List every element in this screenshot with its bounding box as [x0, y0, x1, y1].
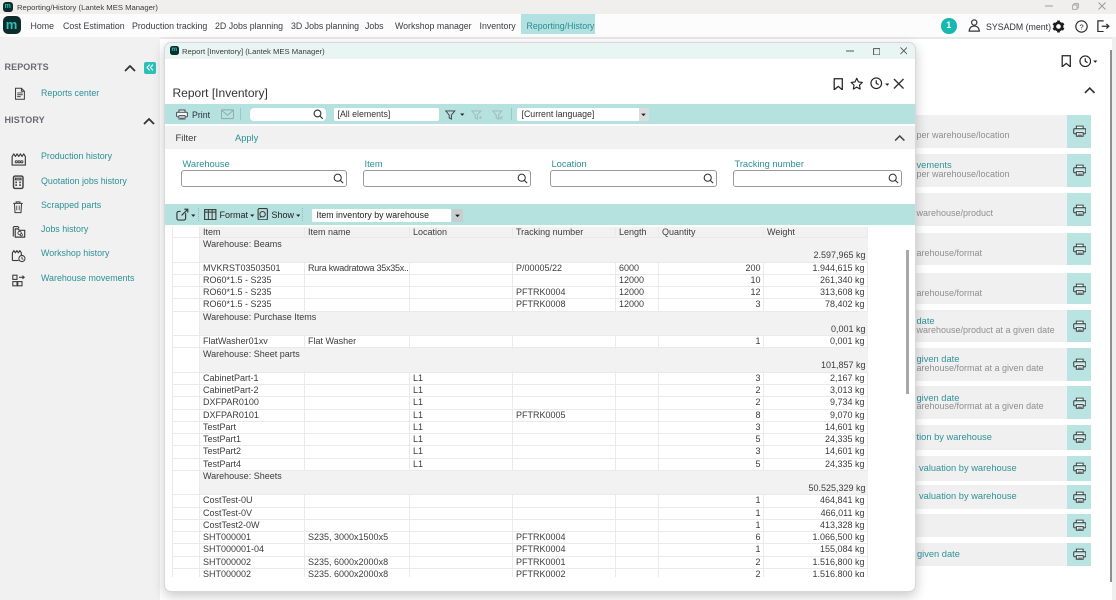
svg-text:?: ? [1079, 22, 1083, 31]
